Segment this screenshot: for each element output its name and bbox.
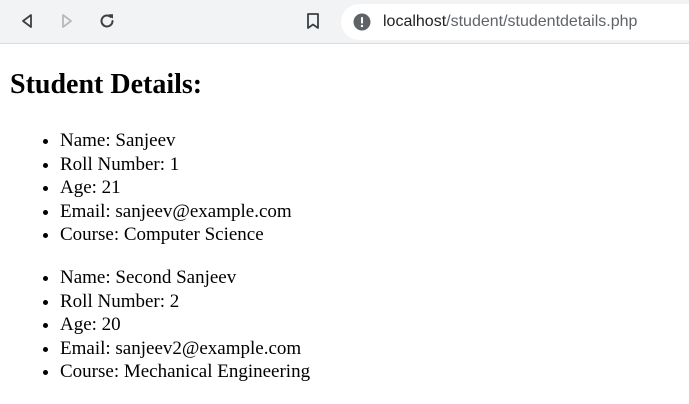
list-item-roll-number: Roll Number: 1 xyxy=(60,153,292,177)
list-item-course: Course: Mechanical Engineering xyxy=(60,360,310,384)
bookmark-button[interactable] xyxy=(299,7,327,35)
site-info-warning-icon[interactable] xyxy=(353,13,371,31)
url-path: /student/studentdetails.php xyxy=(446,13,638,30)
list-item-name: Name: Sanjeev xyxy=(60,129,292,153)
list-item-email: Email: sanjeev2@example.com xyxy=(60,337,310,361)
reload-icon xyxy=(100,14,114,28)
reload-button[interactable] xyxy=(93,7,121,35)
forward-button[interactable] xyxy=(53,7,81,35)
list-item-name: Name: Second Sanjeev xyxy=(60,266,310,290)
back-arrow-icon xyxy=(22,14,32,28)
page-content: Student Details: Name: Sanjeev Roll Numb… xyxy=(0,45,689,404)
student-details-list: Name: Second Sanjeev Roll Number: 2 Age:… xyxy=(0,266,310,384)
list-item-roll-number: Roll Number: 2 xyxy=(60,290,310,314)
bookmark-icon xyxy=(307,13,319,29)
browser-toolbar: localhost/student/studentdetails.php xyxy=(0,0,689,44)
list-item-age: Age: 20 xyxy=(60,313,310,337)
url-host: localhost xyxy=(383,13,447,30)
address-bar[interactable]: localhost/student/studentdetails.php xyxy=(341,4,689,40)
list-item-age: Age: 21 xyxy=(60,176,292,200)
student-details-list: Name: Sanjeev Roll Number: 1 Age: 21 Ema… xyxy=(0,129,292,247)
back-button[interactable] xyxy=(13,7,41,35)
page-title: Student Details: xyxy=(10,69,203,100)
forward-arrow-icon xyxy=(62,14,72,28)
list-item-email: Email: sanjeev@example.com xyxy=(60,200,292,224)
url-text[interactable]: localhost/student/studentdetails.php xyxy=(383,4,637,40)
list-item-course: Course: Computer Science xyxy=(60,223,292,247)
